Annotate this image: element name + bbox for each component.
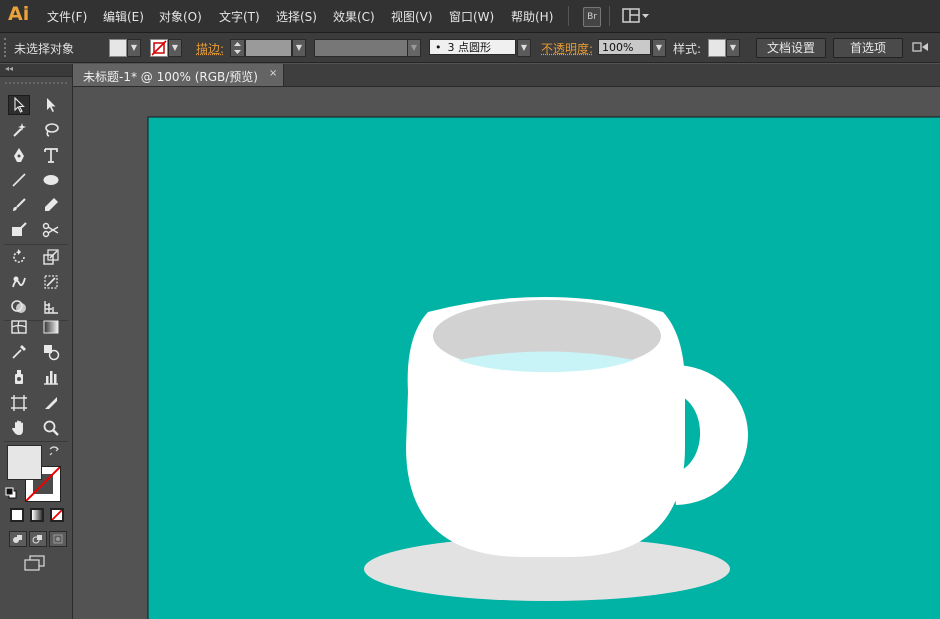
blend-tool-icon[interactable] <box>40 342 62 362</box>
draw-behind-icon[interactable] <box>29 531 47 547</box>
variable-width-dropdown[interactable]: ▼ <box>407 39 421 57</box>
control-bar: 未选择对象 ▼ ▼ 描边: ▼ ▼ • 3 点圆形 ▼ 不透明度: 100% ▼ … <box>0 33 940 63</box>
opacity-label[interactable]: 不透明度: <box>541 40 593 57</box>
brush-dropdown-arrow[interactable]: ▼ <box>517 39 531 57</box>
menu-effect[interactable]: 效果(C) <box>333 8 375 25</box>
app-logo: Ai <box>8 3 30 25</box>
menu-file[interactable]: 文件(F) <box>47 8 87 25</box>
document-tab-title: 未标题-1* @ 100% (RGB/预览) <box>83 70 258 84</box>
opacity-dropdown-arrow[interactable]: ▼ <box>652 39 666 57</box>
tools-divider <box>4 244 68 245</box>
stroke-dropdown-arrow[interactable]: ▼ <box>168 39 182 57</box>
gradient-mode-button[interactable] <box>30 508 44 522</box>
graphic-style-dropdown[interactable]: ▼ <box>726 39 740 57</box>
pencil-tool-icon[interactable] <box>40 195 62 215</box>
scale-tool-icon[interactable] <box>40 247 62 267</box>
fill-dropdown-arrow[interactable]: ▼ <box>127 39 141 57</box>
menu-help[interactable]: 帮助(H) <box>511 8 553 25</box>
menu-view[interactable]: 视图(V) <box>391 8 433 25</box>
brush-definition-field[interactable]: • 3 点圆形 <box>429 39 516 55</box>
artboard-tool-icon[interactable] <box>8 393 30 413</box>
arrange-documents-icon[interactable] <box>912 40 932 57</box>
eyedropper-tool-icon[interactable] <box>8 342 30 362</box>
magic-wand-tool-icon[interactable] <box>8 120 30 140</box>
preferences-button[interactable]: 首选项 <box>833 38 903 58</box>
paintbrush-tool-icon[interactable] <box>8 195 30 215</box>
blob-brush-tool-icon[interactable] <box>8 220 30 240</box>
document-tab-strip: 未标题-1* @ 100% (RGB/预览) × <box>73 64 940 87</box>
document-canvas[interactable] <box>73 87 940 619</box>
tools-panel: ◂◂ <box>0 64 73 619</box>
panel-grip[interactable] <box>4 38 9 57</box>
graphic-style-swatch[interactable] <box>708 39 726 57</box>
collapse-panel-icon[interactable]: ◂◂ <box>5 64 13 73</box>
swap-fill-stroke-icon[interactable] <box>48 445 60 460</box>
stroke-weight-field[interactable] <box>245 39 292 57</box>
style-label: 样式: <box>673 42 702 56</box>
menu-select[interactable]: 选择(S) <box>276 8 317 25</box>
slice-tool-icon[interactable] <box>40 393 62 413</box>
rotate-tool-icon[interactable] <box>8 247 30 267</box>
line-segment-tool-icon[interactable] <box>8 170 30 190</box>
menu-divider <box>609 6 610 26</box>
draw-inside-icon[interactable] <box>49 531 67 547</box>
artboard-artwork[interactable] <box>73 87 940 619</box>
scissors-tool-icon[interactable] <box>40 220 62 240</box>
color-mode-button[interactable] <box>10 508 24 522</box>
menu-bar: Ai 文件(F) 编辑(E) 对象(O) 文字(T) 选择(S) 效果(C) 视… <box>0 0 940 33</box>
menu-window[interactable]: 窗口(W) <box>449 8 494 25</box>
fill-swatch[interactable] <box>109 39 127 57</box>
zoom-tool-icon[interactable] <box>40 418 62 438</box>
mesh-tool-icon[interactable] <box>8 317 30 337</box>
menu-edit[interactable]: 编辑(E) <box>103 8 144 25</box>
tools-panel-header[interactable]: ◂◂ <box>0 64 72 77</box>
warp-tool-icon[interactable] <box>8 272 30 292</box>
brush-dot-icon: • <box>435 41 442 54</box>
menu-object[interactable]: 对象(O) <box>159 8 202 25</box>
lasso-tool-icon[interactable] <box>40 120 62 140</box>
change-screen-mode-icon[interactable] <box>24 555 46 574</box>
selection-tool-icon[interactable] <box>8 95 30 115</box>
column-graph-tool-icon[interactable] <box>40 367 62 387</box>
close-tab-icon[interactable]: × <box>269 68 277 79</box>
direct-selection-tool-icon[interactable] <box>40 95 62 115</box>
pen-tool-icon[interactable] <box>8 145 30 165</box>
stroke-weight-stepper[interactable] <box>230 39 245 57</box>
fill-color-box[interactable] <box>7 445 42 480</box>
draw-normal-icon[interactable] <box>9 531 27 547</box>
document-tab[interactable]: 未标题-1* @ 100% (RGB/预览) × <box>73 64 284 86</box>
stroke-label[interactable]: 描边: <box>196 40 224 57</box>
tools-divider <box>4 441 68 442</box>
document-setup-button[interactable]: 文档设置 <box>756 38 826 58</box>
none-mode-button[interactable] <box>50 508 64 522</box>
hand-tool-icon[interactable] <box>8 418 30 438</box>
type-tool-icon[interactable] <box>40 145 62 165</box>
variable-width-profile[interactable] <box>314 39 408 57</box>
brush-definition-value: 3 点圆形 <box>447 41 492 54</box>
selection-status: 未选择对象 <box>14 42 75 56</box>
tools-panel-grip[interactable] <box>5 82 67 87</box>
shape-builder-tool-icon[interactable] <box>8 297 30 317</box>
gradient-tool-icon[interactable] <box>40 317 62 337</box>
free-transform-tool-icon[interactable] <box>40 272 62 292</box>
stroke-none-swatch[interactable] <box>150 39 168 57</box>
bridge-button[interactable]: Br <box>583 7 601 27</box>
workspace-layout-icon[interactable] <box>622 8 652 27</box>
stroke-weight-dropdown[interactable]: ▼ <box>292 39 306 57</box>
menu-type[interactable]: 文字(T) <box>219 8 260 25</box>
perspective-grid-tool-icon[interactable] <box>40 297 62 317</box>
ellipse-tool-icon[interactable] <box>40 170 62 190</box>
opacity-field[interactable]: 100% <box>598 39 651 55</box>
menu-divider <box>568 6 569 26</box>
symbol-sprayer-tool-icon[interactable] <box>8 367 30 387</box>
default-fill-stroke-icon[interactable] <box>5 487 17 502</box>
